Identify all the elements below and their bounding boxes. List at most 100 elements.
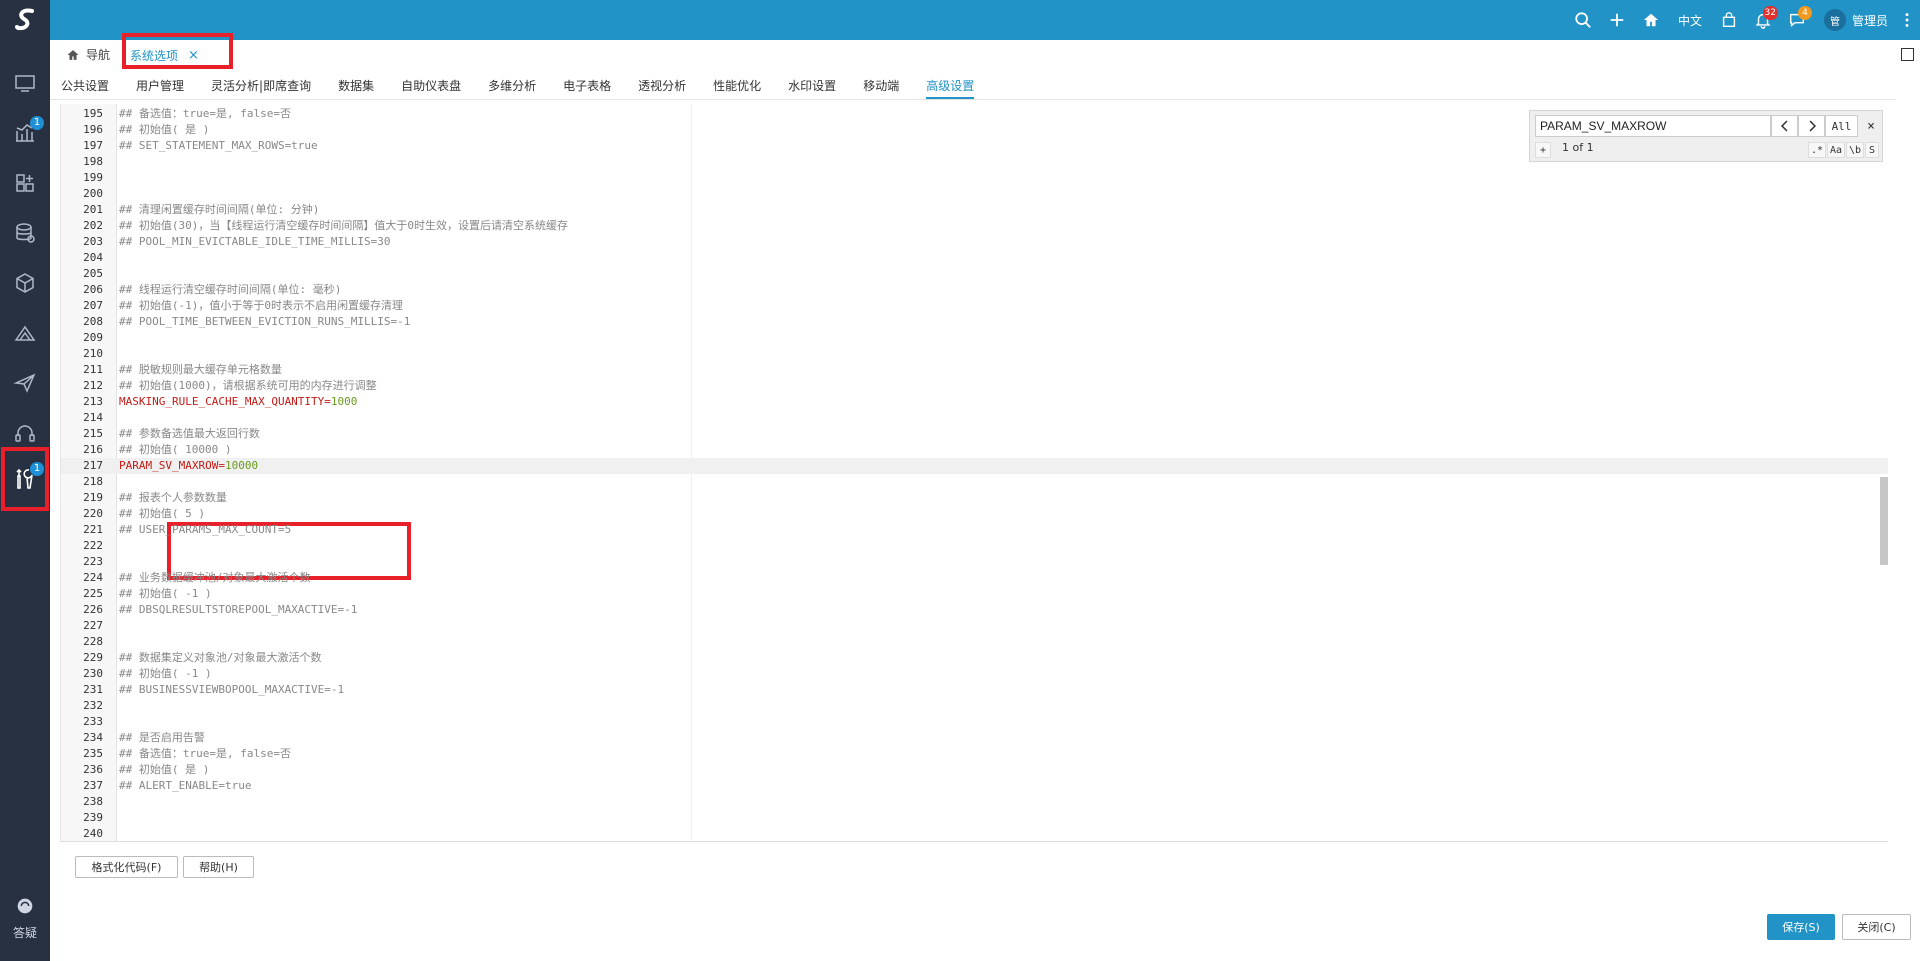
tab-1[interactable]: 用户管理 (136, 74, 184, 99)
line-number: 207 (83, 299, 103, 312)
code-line: 224 ## 业务数据缓冲池/对象最大激活个数 (61, 570, 1888, 586)
code-editor[interactable]: 195 ## 备选值：true=是, false=否 196 ## 初始值( 是 ) 1… (60, 104, 1888, 842)
line-number: 230 (83, 667, 103, 680)
line-number: 222 (83, 539, 103, 552)
tab-2[interactable]: 灵活分析|即席查询 (211, 74, 311, 99)
line-number: 221 (83, 523, 103, 536)
help-label: 答疑 (12, 926, 37, 940)
line-number: 198 (83, 155, 103, 168)
avatar[interactable]: 管 (1823, 9, 1846, 31)
code-line: 213 MASKING_RULE_CACHE_MAX_QUANTITY=1000 (61, 394, 1888, 410)
code-line: 210 (61, 346, 1888, 362)
line-code: ## 初始值(-1)，值小于等于0时表示不启用闲置缓存清理 (119, 299, 403, 312)
close-button[interactable]: 关闭(C) (1842, 914, 1911, 940)
home-small-icon (67, 49, 79, 60)
headset-icon (15, 425, 35, 442)
sidebar-item-send[interactable] (0, 358, 50, 408)
line-number: 235 (83, 747, 103, 760)
code-line: 212 ## 初始值(1000)，请根据系统可用的内存进行调整 (61, 378, 1888, 394)
close-find-icon[interactable]: × (1862, 115, 1880, 137)
line-number: 217 (83, 459, 103, 472)
notifications-badge: 32 (1762, 6, 1778, 20)
code-line: 211 ## 脱敏规则最大缓存单元格数量 (61, 362, 1888, 378)
search-button[interactable] (1566, 0, 1600, 40)
sidebar-item-database[interactable] (0, 208, 50, 258)
line-code: ## 初始值(30)，当【线程运行清空缓存时间间隔】值大于0时生效，设置后请清空… (119, 219, 568, 232)
left-sidebar: 1 1 答疑 (0, 0, 50, 961)
case-toggle[interactable]: Aa (1827, 142, 1845, 158)
nav-home[interactable]: 导航 (66, 46, 110, 63)
code-line: 240 (61, 826, 1888, 841)
sidebar-item-ruler[interactable] (0, 308, 50, 358)
tab-4[interactable]: 自助仪表盘 (401, 74, 461, 99)
line-code: ## POOL_MIN_EVICTABLE_IDLE_TIME_MILLIS=3… (119, 235, 391, 248)
expand-replace-button[interactable]: + (1535, 142, 1551, 158)
tab-8[interactable]: 性能优化 (713, 74, 761, 99)
language-switch[interactable]: 中文 (1668, 12, 1712, 29)
line-number: 215 (83, 427, 103, 440)
line-number: 197 (83, 139, 103, 152)
format-code-button[interactable]: 格式化代码(F) (75, 856, 178, 878)
code-line: 228 (61, 634, 1888, 650)
tab-9[interactable]: 水印设置 (788, 74, 836, 99)
shop-button[interactable] (1712, 0, 1746, 40)
maximize-icon[interactable] (1901, 48, 1914, 61)
line-code: ## 备选值：true=是, false=否 (119, 107, 291, 120)
add-button[interactable] (1600, 0, 1634, 40)
notifications-button[interactable]: 32 (1746, 0, 1780, 40)
line-code: ## 报表个人参数数量 (119, 491, 227, 504)
line-code: ## 是否启用告警 (119, 731, 205, 744)
top-bar: 中文 32 4 管 管理员 (50, 0, 1920, 40)
tab-11[interactable]: 高级设置 (926, 74, 975, 99)
whole-word-toggle[interactable]: \b (1846, 142, 1864, 158)
grid-plus-icon (16, 174, 34, 192)
sidebar-item-grid[interactable] (0, 158, 50, 208)
sidebar-item-analytics[interactable]: 1 (0, 108, 50, 158)
save-button[interactable]: 保存(S) (1767, 914, 1835, 940)
line-code: ## 初始值( -1 ) (119, 587, 212, 600)
search-input[interactable]: PARAM_SV_MAXROW (1535, 115, 1771, 137)
sidebar-help[interactable]: 答疑 (0, 895, 50, 950)
home-button[interactable] (1634, 0, 1668, 40)
tab-5[interactable]: 多维分析 (488, 74, 536, 99)
in-selection-toggle[interactable]: S (1865, 142, 1879, 158)
user-name[interactable]: 管理员 (1852, 12, 1894, 29)
code-line: 205 (61, 266, 1888, 282)
messages-button[interactable]: 4 (1780, 0, 1814, 40)
line-number: 223 (83, 555, 103, 568)
sidebar-item-cube[interactable] (0, 258, 50, 308)
line-code: ## DBSQLRESULTSTOREPOOL_MAXACTIVE=-1 (119, 603, 358, 616)
app-logo[interactable] (0, 0, 50, 40)
regex-toggle[interactable]: .* (1808, 142, 1826, 158)
tab-10[interactable]: 移动端 (863, 74, 899, 99)
config-value: 10000 (224, 459, 259, 472)
code-line: 235 ## 备选值：true=是, false=否 (61, 746, 1888, 762)
top-actions: 中文 32 4 管 管理员 (1566, 0, 1920, 40)
line-number: 232 (83, 699, 103, 712)
code-line: 215 ## 参数备选值最大返回行数 (61, 426, 1888, 442)
line-number: 212 (83, 379, 103, 392)
more-menu-button[interactable] (1894, 0, 1920, 40)
tab-7[interactable]: 透视分析 (638, 74, 686, 99)
line-number: 208 (83, 315, 103, 328)
sidebar-item-monitor[interactable] (0, 58, 50, 108)
monitor-icon (15, 75, 35, 92)
tab-6[interactable]: 电子表格 (563, 74, 611, 99)
tab-3[interactable]: 数据集 (338, 74, 374, 99)
help-button[interactable]: 帮助(H) (183, 856, 254, 878)
code-line: 225 ## 初始值( -1 ) (61, 586, 1888, 602)
code-line: 206 ## 线程运行清空缓存时间间隔(单位: 毫秒) (61, 282, 1888, 298)
line-number: 209 (83, 331, 103, 344)
code-line: 219 ## 报表个人参数数量 (61, 490, 1888, 506)
code-line: 216 ## 初始值( 10000 ) (61, 442, 1888, 458)
find-all-button[interactable]: All (1825, 115, 1858, 137)
find-previous-button[interactable] (1771, 115, 1798, 137)
line-number: 240 (83, 827, 103, 840)
highlight-box-sidebar (1, 447, 49, 511)
tab-0[interactable]: 公共设置 (61, 74, 109, 99)
find-next-button[interactable] (1798, 115, 1825, 137)
line-number: 205 (83, 267, 103, 280)
config-value: 1000 (330, 395, 358, 408)
code-line: 214 (61, 410, 1888, 426)
home-icon (1643, 13, 1659, 27)
